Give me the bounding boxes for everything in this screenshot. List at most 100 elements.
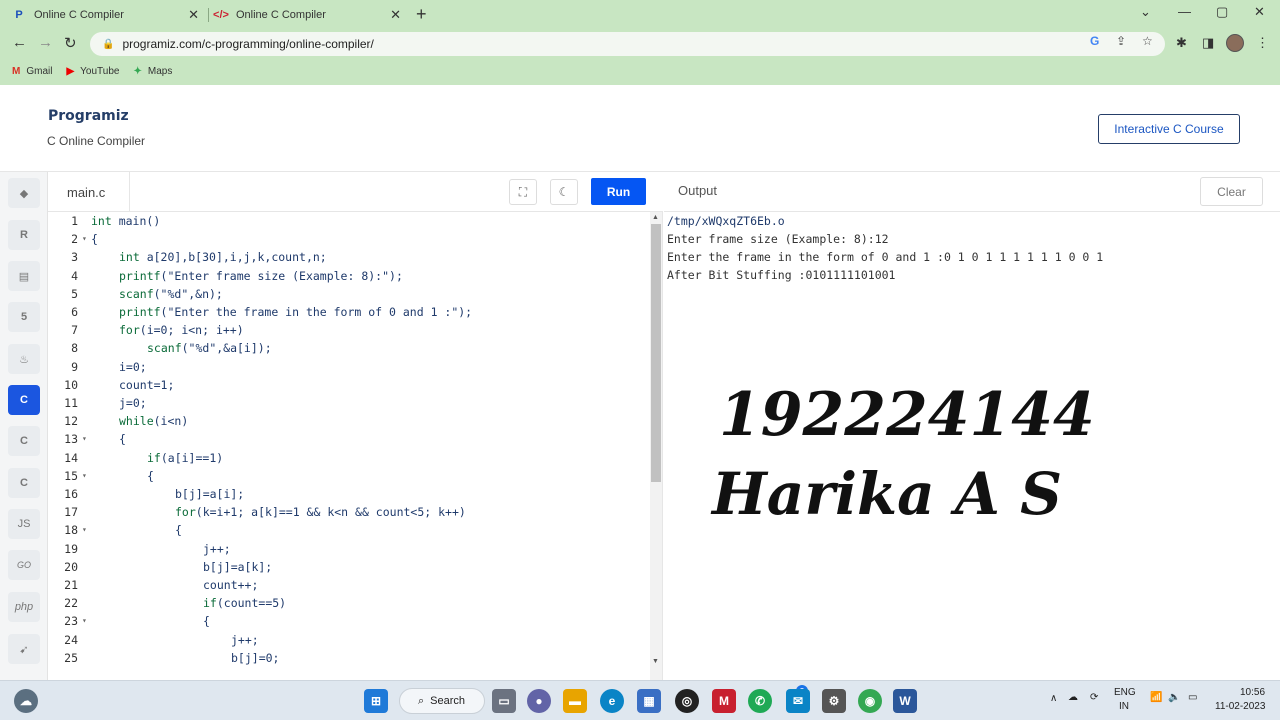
whatsapp-desktop-icon[interactable]: ✉ (786, 689, 810, 713)
line-number: 12 (64, 414, 78, 429)
menu-kebab-icon[interactable]: ⋮ (1256, 35, 1269, 51)
code-token: a[20],b[30],i,j,k,count,n; (139, 250, 327, 265)
code-text: if(a[i]==1) (147, 449, 223, 467)
tab-separator (208, 8, 209, 22)
csharp-icon[interactable]: C (8, 468, 40, 498)
interactive-course-button[interactable]: Interactive C Course (1098, 114, 1240, 144)
run-button[interactable]: Run (591, 178, 646, 205)
new-tab-icon[interactable]: + (416, 4, 427, 25)
maximize-icon[interactable]: ▢ (1216, 4, 1228, 20)
weather-icon[interactable]: ☁ (14, 689, 38, 713)
fold-arrow-icon[interactable]: ▾ (82, 467, 87, 485)
language-sidebar: ◆ R ▤ 5 ♨ C C C JS GO php ➹ (0, 172, 48, 680)
go-icon[interactable]: GO (8, 550, 40, 580)
code-icon: </> (213, 9, 229, 21)
close-tab-icon[interactable]: ✕ (188, 7, 199, 23)
mcafee-icon[interactable]: M (712, 689, 736, 713)
bookmark-label: Maps (147, 66, 173, 77)
line-number: 25 (64, 650, 78, 665)
taskbar-search[interactable]: ⌕ Search (399, 688, 485, 714)
back-icon[interactable]: ← (12, 34, 27, 51)
cpp-icon[interactable]: C (8, 426, 40, 456)
edge-icon[interactable]: e (600, 689, 624, 713)
side-panel-icon[interactable]: ◨ (1202, 35, 1214, 51)
language-in[interactable]: IN (1119, 701, 1129, 712)
clock-time[interactable]: 10:56 (1240, 687, 1265, 698)
microsoft-store-icon[interactable]: ▦ (637, 689, 661, 713)
settings-gear-icon[interactable]: ⚙ (822, 689, 846, 713)
scroll-up-icon[interactable]: ▲ (652, 214, 659, 221)
fold-arrow-icon[interactable]: ▾ (82, 521, 87, 539)
fold-arrow-icon[interactable]: ▾ (82, 612, 87, 630)
line-number: 13 (64, 432, 78, 447)
word-icon[interactable]: W (893, 689, 917, 713)
whatsapp-icon[interactable]: ✆ (748, 689, 772, 713)
reload-icon[interactable]: ↻ (64, 34, 77, 52)
task-view-icon[interactable]: ▭ (492, 689, 516, 713)
google-translate-icon[interactable]: G (1090, 34, 1099, 48)
code-token: { (175, 523, 182, 538)
extensions-icon[interactable]: ✱ (1176, 35, 1187, 51)
line-number: 1 (71, 214, 78, 228)
tab-search-icon[interactable]: ⌄ (1140, 4, 1151, 20)
code-text: for(i=0; i<n; i++) (119, 321, 244, 339)
close-window-icon[interactable]: ✕ (1254, 4, 1265, 20)
sync-icon[interactable]: ⟳ (1090, 692, 1098, 703)
url-text: programiz.com/c-programming/online-compi… (122, 37, 374, 51)
teams-chat-icon[interactable]: ● (527, 689, 551, 713)
github-icon[interactable]: ◎ (675, 689, 699, 713)
r-icon[interactable]: R (8, 220, 40, 250)
file-explorer-icon[interactable]: ▬ (563, 689, 587, 713)
line-number: 21 (64, 578, 78, 592)
bookmark-gmail[interactable]: M Gmail (12, 66, 52, 77)
code-token: j++; (231, 632, 259, 647)
browser-tab-1[interactable]: P Online C Compiler ✕ (12, 2, 207, 28)
bookmark-youtube[interactable]: ▶ YouTube (66, 66, 119, 77)
output-line: After Bit Stuffing :0101111101001 (667, 268, 896, 282)
onedrive-icon[interactable]: ☁ (1068, 692, 1078, 703)
forward-icon[interactable]: → (38, 34, 53, 51)
javascript-icon[interactable]: JS (8, 509, 40, 539)
sql-database-icon[interactable]: ▤ (8, 261, 40, 291)
clear-button[interactable]: Clear (1200, 177, 1263, 206)
bookmark-maps[interactable]: ✦ Maps (133, 66, 172, 77)
line-number: 16 (64, 487, 78, 501)
java-icon[interactable]: ♨ (8, 344, 40, 374)
fold-arrow-icon[interactable]: ▾ (82, 230, 87, 248)
chrome-icon[interactable]: ◉ (858, 689, 882, 713)
code-keyword: scanf (147, 341, 182, 356)
wifi-icon[interactable]: 📶 (1150, 692, 1162, 703)
code-token: count++; (203, 578, 259, 592)
scroll-down-icon[interactable]: ▼ (652, 658, 659, 665)
browser-tab-2[interactable]: </> Online C Compiler ✕ (213, 2, 409, 28)
swift-icon[interactable]: ➹ (8, 634, 40, 664)
fold-arrow-icon[interactable]: ▾ (82, 430, 87, 448)
line-number: 4 (71, 268, 78, 283)
dark-mode-icon[interactable]: ☾ (550, 179, 578, 205)
language-eng[interactable]: ENG (1114, 687, 1136, 698)
output-line: Enter the frame in the form of 0 and 1 :… (667, 250, 1104, 264)
close-tab-icon[interactable]: ✕ (390, 7, 401, 23)
battery-icon[interactable]: ▭ (1188, 692, 1197, 703)
php-icon[interactable]: php (8, 592, 40, 622)
volume-icon[interactable]: 🔈 (1168, 692, 1180, 703)
bookmark-star-icon[interactable]: ☆ (1142, 34, 1153, 48)
share-icon[interactable]: ⇪ (1116, 34, 1126, 48)
file-tab-main-c[interactable]: main.c (48, 172, 130, 212)
url-field[interactable]: 🔒 programiz.com/c-programming/online-com… (90, 32, 1165, 56)
editor-scrollbar-thumb[interactable] (651, 224, 661, 482)
profile-avatar[interactable] (1226, 34, 1244, 52)
windows-start-icon[interactable]: ⊞ (364, 689, 388, 713)
bookmark-label: YouTube (80, 66, 120, 77)
python-icon[interactable]: ◆ (8, 178, 40, 208)
c-language-icon[interactable]: C (8, 385, 40, 415)
output-console[interactable]: /tmp/xWQxqZT6Eb.o Enter frame size (Exam… (664, 212, 1280, 680)
code-editor[interactable]: ▲ ▼ 1 int main() 2 ▾ {3 int a[20],b[30],i,j,k… (48, 212, 663, 680)
minimize-icon[interactable]: — (1178, 4, 1191, 19)
fullscreen-icon[interactable]: ⛶ (509, 179, 537, 205)
code-text: printf("Enter frame size (Example: 8):")… (119, 267, 403, 285)
programiz-logo[interactable]: Programiz (48, 108, 129, 124)
html-icon[interactable]: 5 (8, 302, 40, 332)
clock-date[interactable]: 11-02-2023 (1215, 701, 1265, 712)
show-hidden-icons-chevron[interactable]: ∧ (1050, 693, 1057, 704)
